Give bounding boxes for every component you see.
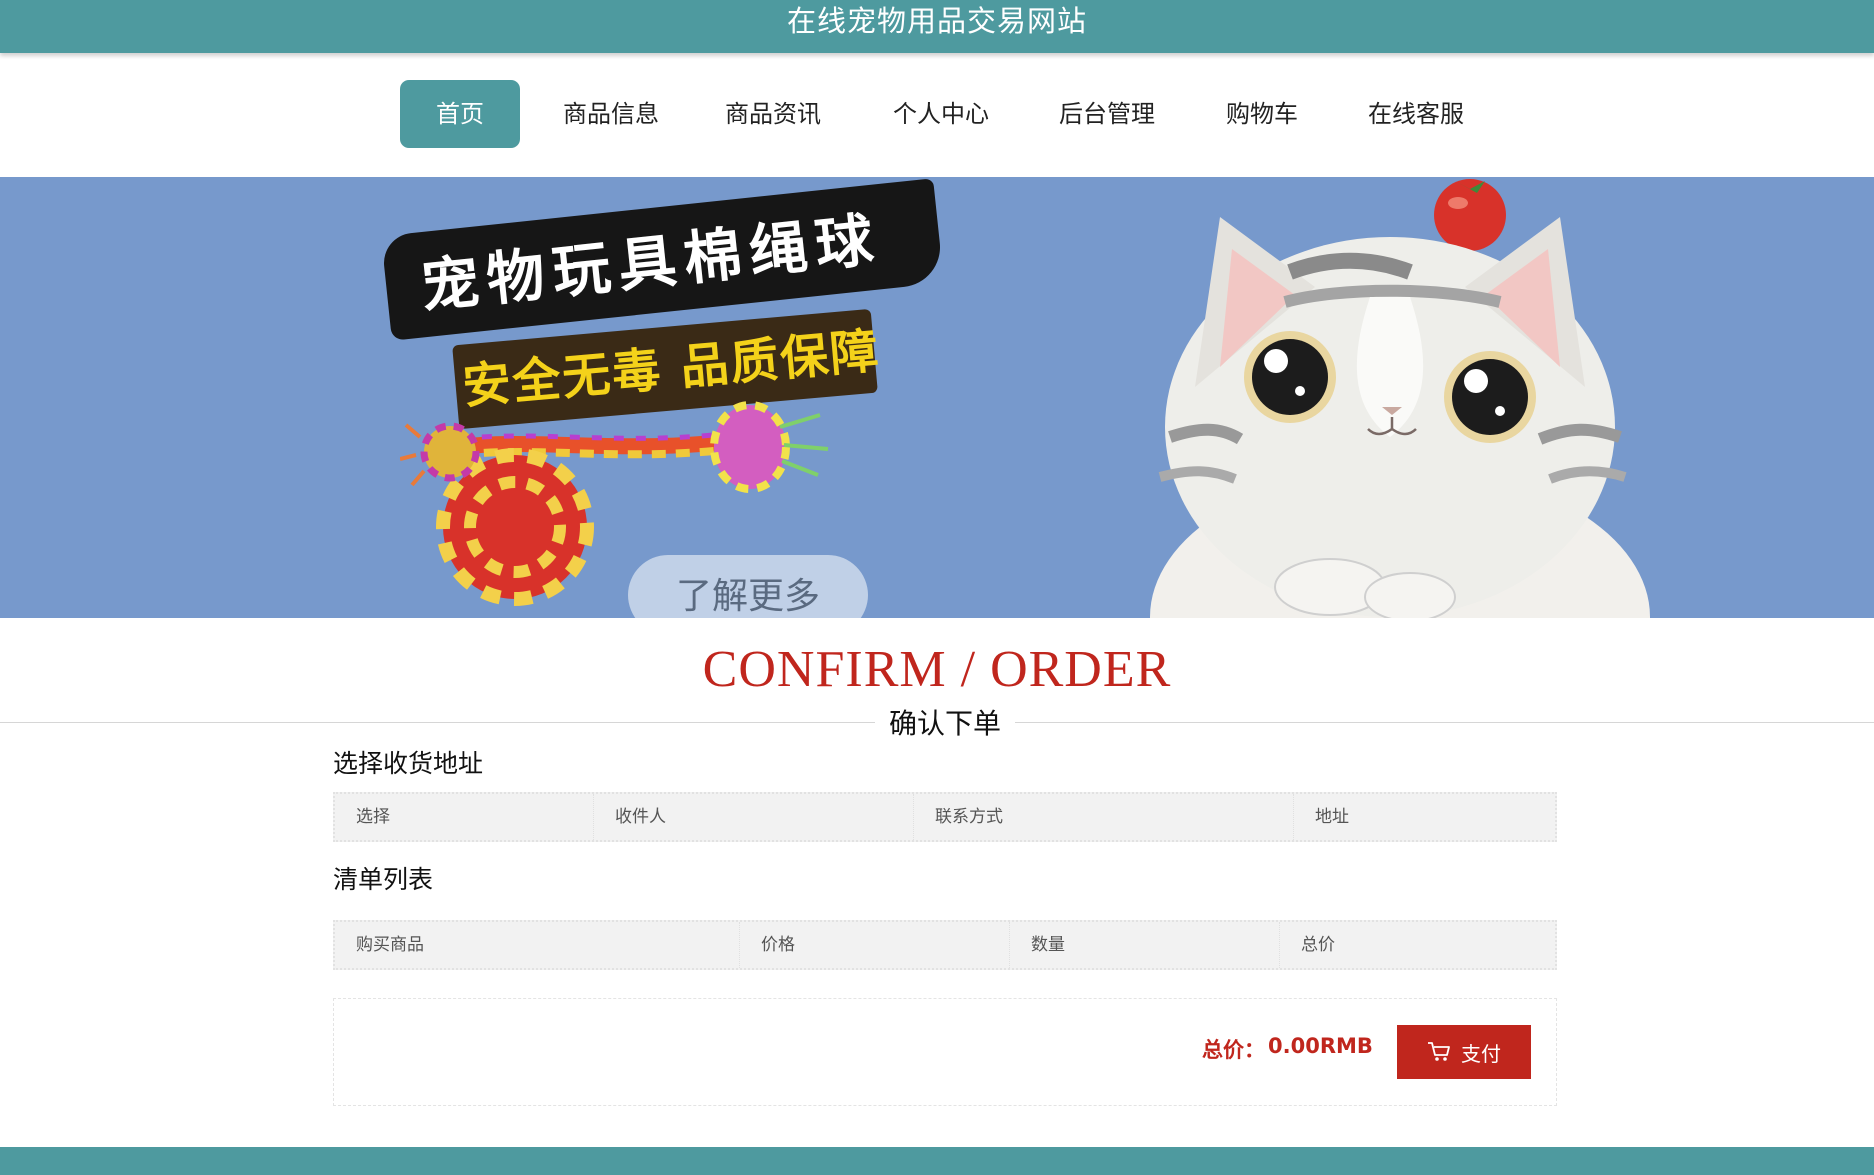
column-divider [913, 794, 914, 840]
promo-banner[interactable]: 宠物玩具棉绳球 安全无毒 品质保障 了解更多 [0, 177, 1874, 618]
nav-item-news[interactable]: 商品资讯 [712, 80, 834, 148]
address-section-title: 选择收货地址 [333, 749, 484, 778]
site-header: 在线宠物用品交易网站 [0, 0, 1874, 53]
column-divider [593, 794, 594, 840]
site-title: 在线宠物用品交易网站 [786, 4, 1087, 38]
order-summary [333, 998, 1557, 1106]
nav-item-profile[interactable]: 个人中心 [880, 80, 1002, 148]
column-header-quantity: 数量 [1031, 935, 1065, 955]
cart-icon [1428, 1042, 1450, 1061]
column-divider [1279, 922, 1280, 968]
column-header-product: 购买商品 [356, 935, 424, 955]
column-divider [1009, 922, 1010, 968]
nav-item-service[interactable]: 在线客服 [1355, 80, 1477, 148]
total-label: 总价： [1202, 1038, 1265, 1062]
nav-item-admin[interactable]: 后台管理 [1046, 80, 1168, 148]
nav-item-home[interactable]: 首页 [400, 80, 520, 148]
main-nav: 首页 商品信息 商品资讯 个人中心 后台管理 购物车 在线客服 [0, 53, 1874, 177]
total-amount: 0.00RMB [1268, 1034, 1373, 1058]
learn-more-label: 了解更多 [675, 576, 820, 617]
cat-illustration [1150, 179, 1650, 618]
column-header-address: 地址 [1315, 807, 1349, 827]
column-divider [739, 922, 740, 968]
column-divider [1293, 794, 1294, 840]
items-table-header: 购买商品 价格 数量 总价 [333, 920, 1557, 970]
items-section-title: 清单列表 [333, 865, 434, 894]
column-header-recipient: 收件人 [615, 807, 666, 827]
nav-item-products[interactable]: 商品信息 [550, 80, 672, 148]
column-header-price: 价格 [761, 935, 795, 955]
address-table-header: 选择 收件人 联系方式 地址 [333, 792, 1557, 842]
pay-button[interactable]: 支付 [1397, 1025, 1531, 1079]
nav-item-cart[interactable]: 购物车 [1214, 80, 1310, 148]
page-title-en: CONFIRM / ORDER [702, 641, 1172, 698]
column-header-select: 选择 [356, 807, 390, 827]
column-header-contact: 联系方式 [935, 807, 1003, 827]
pay-button-label: 支付 [1461, 1041, 1501, 1066]
site-footer [0, 1147, 1874, 1175]
page-title-cn: 确认下单 [875, 702, 1015, 742]
column-header-total: 总价 [1301, 935, 1335, 955]
